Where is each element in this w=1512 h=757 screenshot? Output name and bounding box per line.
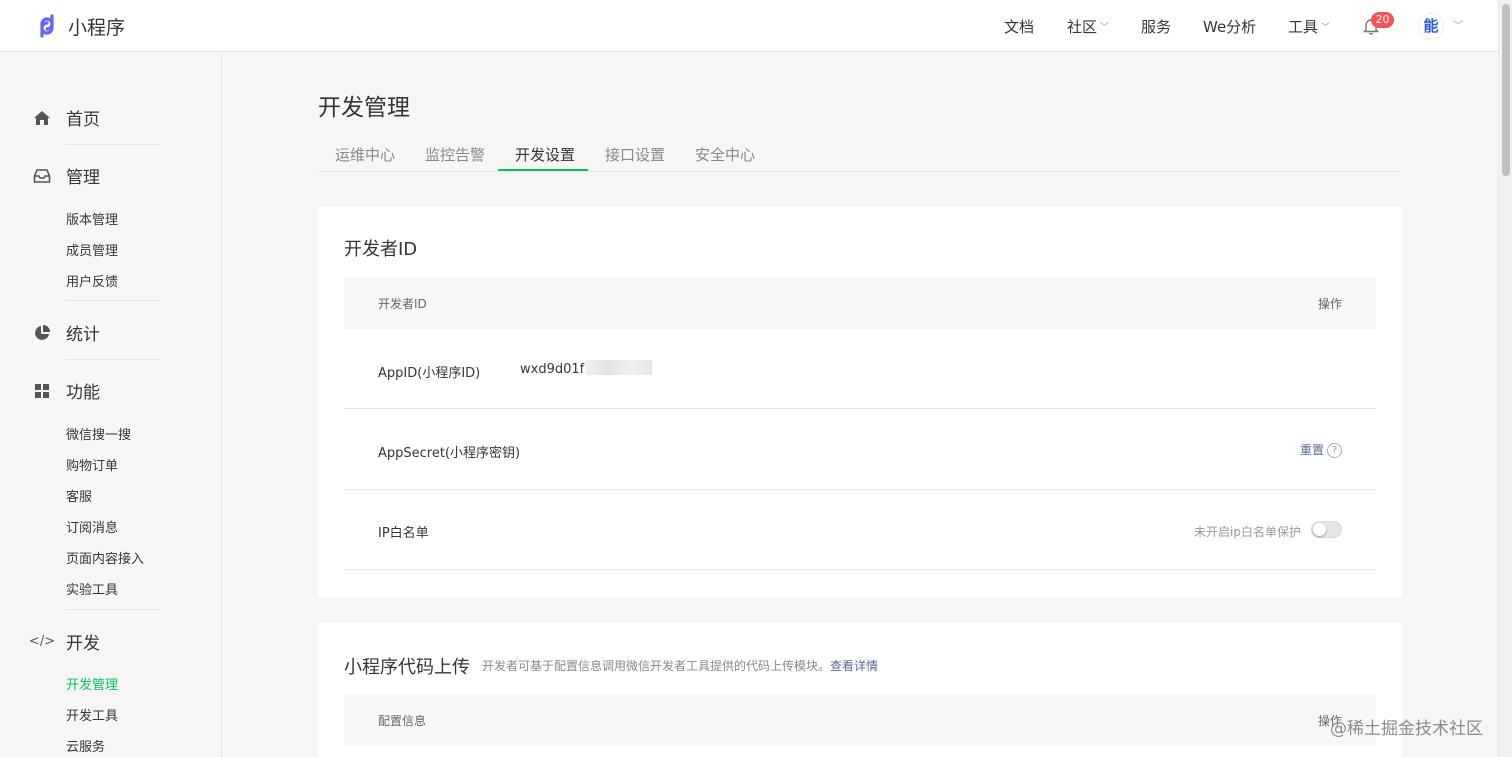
tab-api-settings[interactable]: 接口设置 [605, 144, 665, 165]
sidebar-item-page-content[interactable]: 页面内容接入 [66, 548, 144, 567]
chevron-down-icon: ﹀ [1321, 22, 1331, 33]
chevron-down-icon[interactable]: ﹀ [1453, 17, 1463, 32]
logo[interactable]: 小程序 [33, 12, 125, 40]
toggle-knob [1313, 523, 1326, 536]
sidebar-item-shopping-orders[interactable]: 购物订单 [66, 455, 118, 474]
chevron-down-icon: ﹀ [1100, 22, 1110, 33]
pie-chart-icon [33, 324, 51, 342]
sidebar-item-label: 统计 [66, 325, 100, 345]
column-header-action: 操作 [1317, 297, 1342, 311]
sidebar-item-label: 首页 [66, 110, 100, 130]
divider [66, 144, 160, 145]
code-upload-card: 小程序代码上传 开发者可基于配置信息调用微信开发者工具提供的代码上传模块。查看详… [318, 623, 1402, 757]
help-icon[interactable]: ? [1327, 443, 1342, 458]
nav-docs[interactable]: 文档 [1004, 0, 1034, 52]
upload-description-text: 开发者可基于配置信息调用微信开发者工具提供的代码上传模块。 [482, 659, 831, 673]
sidebar-item-label: 管理 [66, 168, 100, 188]
inbox-icon [33, 167, 51, 185]
table-row-appsecret: AppSecret(小程序密钥) 重置? [344, 409, 1376, 490]
reset-action: 重置? [1300, 441, 1342, 458]
ip-whitelist-label: IP白名单 [378, 526, 429, 541]
page-title: 开发管理 [318, 95, 410, 121]
upload-description: 开发者可基于配置信息调用微信开发者工具提供的代码上传模块。查看详情 [482, 657, 878, 674]
column-header-developer-id: 开发者ID [378, 297, 427, 311]
sidebar-item-home[interactable]: 首页 [33, 105, 100, 130]
column-header-config: 配置信息 [378, 714, 427, 728]
ip-whitelist-toggle[interactable] [1311, 521, 1342, 538]
notification-badge: 20 [1371, 12, 1394, 28]
grid-icon [33, 382, 51, 400]
sidebar-item-wechat-search[interactable]: 微信搜一搜 [66, 424, 131, 443]
sidebar-item-label: 开发 [66, 634, 100, 654]
sidebar-item-dev-manage[interactable]: 开发管理 [66, 674, 118, 693]
table-row-ip-whitelist: IP白名单 未开启ip白名单保护 [344, 490, 1376, 570]
miniprogram-logo-icon [40, 14, 54, 38]
divider [66, 609, 160, 610]
sidebar-item-label: 功能 [66, 383, 100, 403]
nav-docs-label: 文档 [1004, 17, 1035, 36]
appid-value: wxd9d01f [520, 362, 585, 377]
home-icon [33, 109, 51, 127]
top-bar: 小程序 文档 社区 ﹀ 服务 We分析 工具 ﹀ 20 能 ﹀ [0, 0, 1498, 52]
sidebar-item-features[interactable]: 功能 [33, 378, 100, 403]
scrollbar[interactable] [1498, 0, 1512, 757]
sidebar-item-customer-service[interactable]: 客服 [66, 486, 92, 505]
card-title: 小程序代码上传 [344, 657, 470, 678]
sidebar-item-develop[interactable]: </> 开发 [28, 629, 100, 654]
ip-whitelist-status: 未开启ip白名单保护 [1194, 525, 1301, 539]
tab-security-center[interactable]: 安全中心 [695, 144, 755, 165]
nav-community[interactable]: 社区 ﹀ [1067, 0, 1109, 52]
sidebar-item-manage[interactable]: 管理 [33, 163, 100, 188]
active-tab-indicator [498, 169, 588, 171]
appsecret-label: AppSecret(小程序密钥) [378, 446, 521, 461]
sidebar-item-experiment-tools[interactable]: 实验工具 [66, 579, 118, 598]
nav-we-analytics-label: We分析 [1203, 17, 1257, 36]
table-header: 开发者ID 操作 [344, 277, 1376, 329]
sidebar-item-subscribe-messages[interactable]: 订阅消息 [66, 517, 118, 536]
logo-text: 小程序 [68, 16, 126, 39]
nav-services-label: 服务 [1141, 17, 1172, 36]
appid-label: AppID(小程序ID) [378, 366, 481, 381]
sidebar-item-user-feedback[interactable]: 用户反馈 [66, 271, 118, 290]
nav-tools[interactable]: 工具 ﹀ [1288, 0, 1330, 52]
code-icon: </> [28, 634, 56, 649]
nav-tools-label: 工具 [1288, 17, 1319, 36]
avatar[interactable]: 能 [1418, 13, 1444, 39]
table-header: 配置信息 操作 [344, 694, 1376, 746]
sidebar-item-member-manage[interactable]: 成员管理 [66, 240, 118, 259]
divider [66, 359, 160, 360]
tab-ops-center[interactable]: 运维中心 [335, 144, 395, 165]
sidebar-item-cloud-service[interactable]: 云服务 [66, 736, 105, 755]
nav-services[interactable]: 服务 [1141, 0, 1171, 52]
card-title: 开发者ID [344, 239, 418, 260]
scrollbar-thumb[interactable] [1502, 4, 1510, 176]
reset-link[interactable]: 重置 [1300, 443, 1324, 457]
nav-community-label: 社区 [1067, 17, 1098, 36]
sidebar-item-stats[interactable]: 统计 [33, 320, 100, 345]
developer-id-card: 开发者ID 开发者ID 操作 AppID(小程序ID) wxd9d01f App… [318, 207, 1402, 597]
tab-dev-settings[interactable]: 开发设置 [515, 144, 575, 165]
divider [66, 300, 160, 301]
tab-bar: 运维中心 监控告警 开发设置 接口设置 安全中心 [318, 136, 1401, 172]
tab-monitoring[interactable]: 监控告警 [425, 144, 485, 165]
nav-we-analytics[interactable]: We分析 [1203, 0, 1256, 52]
watermark: @稀土掘金技术社区 [1330, 719, 1483, 739]
details-link[interactable]: 查看详情 [830, 659, 878, 673]
sidebar-item-version-manage[interactable]: 版本管理 [66, 209, 118, 228]
sidebar-item-dev-tools[interactable]: 开发工具 [66, 705, 118, 724]
table-row-appid: AppID(小程序ID) wxd9d01f [344, 329, 1376, 409]
redacted-appid [586, 360, 652, 375]
